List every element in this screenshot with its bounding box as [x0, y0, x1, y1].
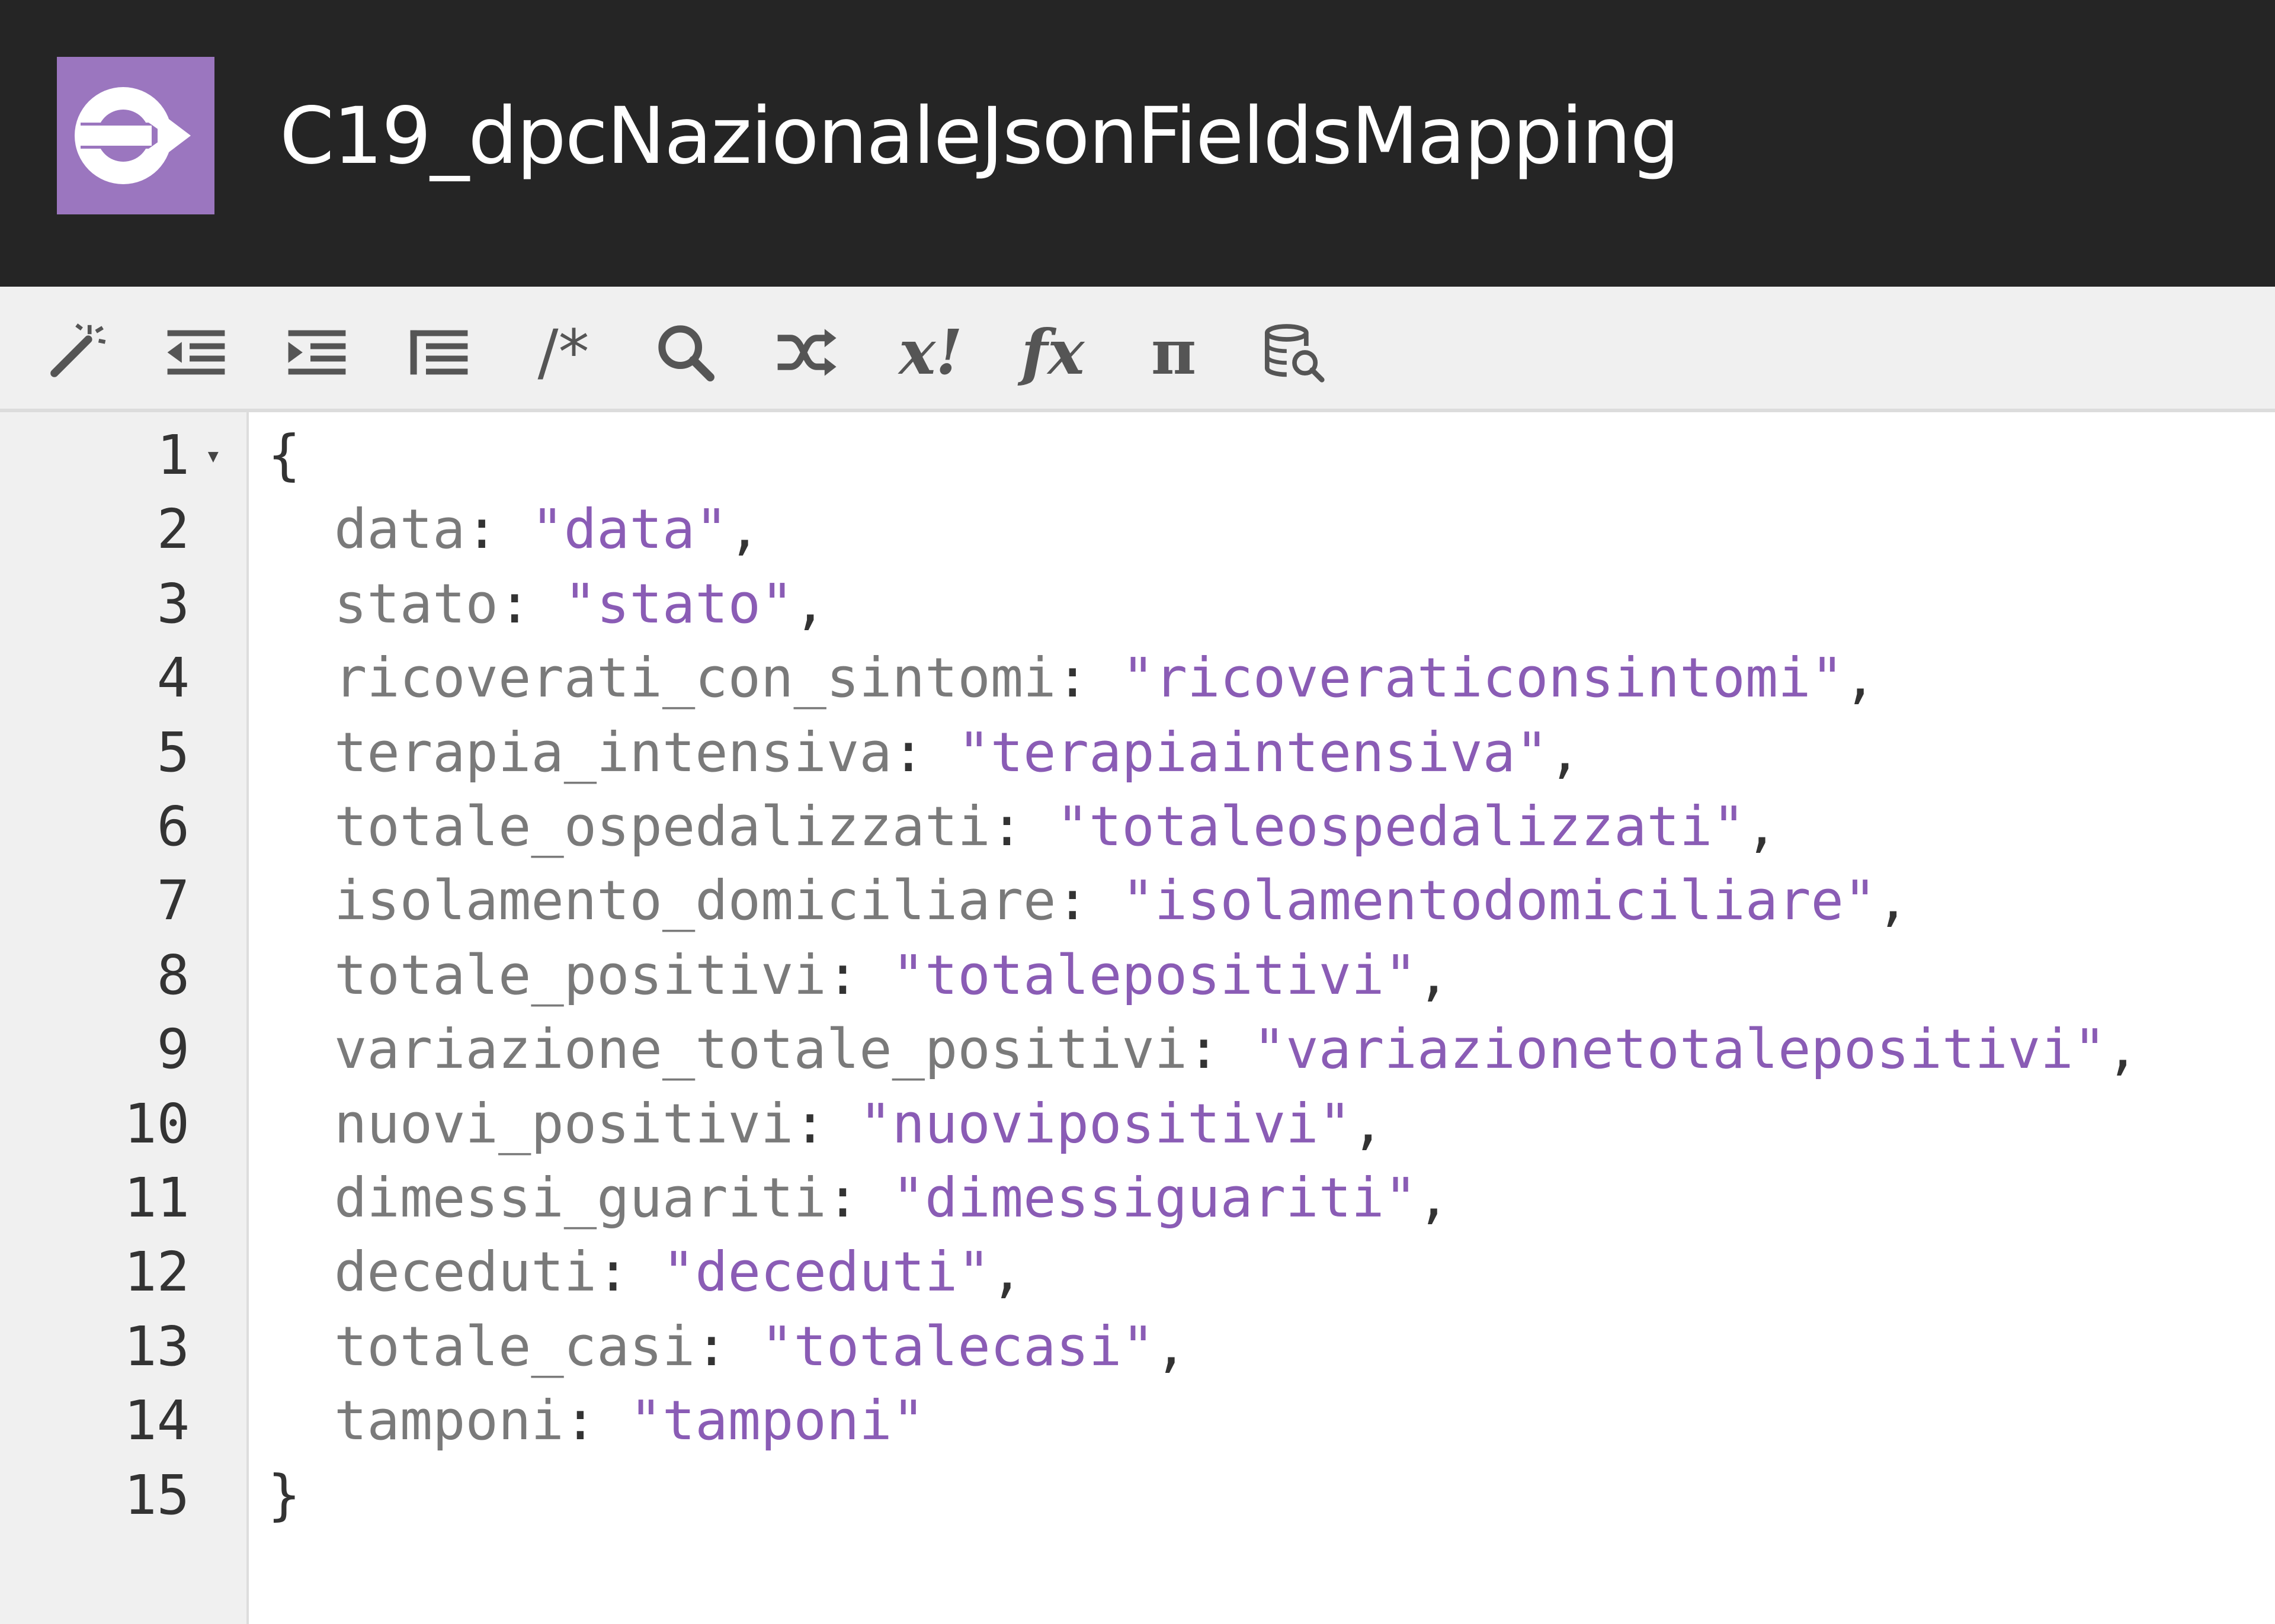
- close-brace: }: [268, 1463, 301, 1527]
- line-number: 11: [124, 1166, 190, 1230]
- shuffle-icon[interactable]: [768, 314, 845, 391]
- code-content: data: "data",: [334, 498, 761, 561]
- code-line[interactable]: 11 dimessi_guariti: "dimessiguariti",: [0, 1161, 2275, 1235]
- line-number: 2: [156, 498, 190, 561]
- code-line[interactable]: 6 totale_ospedalizzati: "totaleospedalizz…: [0, 789, 2275, 864]
- x-bang-icon[interactable]: x!: [892, 314, 969, 391]
- json-string-value: "tamponi": [629, 1389, 925, 1453]
- json-key: nuovi_positivi: [334, 1092, 794, 1156]
- json-key: variazione_totale_positivi: [334, 1018, 1188, 1081]
- database-search-icon[interactable]: [1256, 314, 1333, 391]
- page-title: C19_dpcNazionaleJsonFieldsMapping: [280, 91, 1680, 182]
- code-line[interactable]: 10 nuovi_positivi: "nuovipositivi",: [0, 1087, 2275, 1161]
- json-key: data: [334, 498, 466, 561]
- pipe-arrow-icon: [57, 57, 214, 214]
- code-line[interactable]: 2 data: "data",: [0, 492, 2275, 566]
- comment-icon[interactable]: /*: [525, 314, 602, 391]
- code-content: terapia_intensiva: "terapiaintensiva",: [334, 720, 1581, 784]
- code-content: dimessi_guariti: "dimessiguariti",: [334, 1166, 1450, 1230]
- indent-icon[interactable]: [278, 314, 355, 391]
- outdent-icon[interactable]: [158, 314, 235, 391]
- code-line[interactable]: 5 terapia_intensiva: "terapiaintensiva",: [0, 715, 2275, 789]
- json-string-value: "totalepositivi": [892, 943, 1417, 1007]
- json-string-value: "terapiaintensiva": [957, 720, 1549, 784]
- json-string-value: "totalecasi": [761, 1314, 1155, 1378]
- pi-icon[interactable]: π: [1135, 314, 1212, 391]
- json-key: deceduti: [334, 1240, 597, 1304]
- beautify-wand-icon[interactable]: [37, 314, 114, 391]
- code-content: totale_casi: "totalecasi",: [334, 1314, 1188, 1378]
- code-line[interactable]: 3 stato: "stato",: [0, 567, 2275, 641]
- editor-toolbar: /* x! fx π: [0, 287, 2275, 412]
- code-line[interactable]: 15}: [0, 1458, 2275, 1532]
- code-content: }: [268, 1458, 300, 1532]
- line-number: 13: [124, 1314, 190, 1378]
- code-content: ricoverati_con_sintomi: "ricoveraticonsi…: [334, 646, 1877, 710]
- code-content: nuovi_positivi: "nuovipositivi",: [334, 1092, 1385, 1156]
- line-number: 14: [124, 1389, 190, 1453]
- open-brace: {: [268, 423, 301, 487]
- line-number: 10: [124, 1092, 190, 1156]
- code-content: deceduti: "deceduti",: [334, 1240, 1024, 1304]
- json-string-value: "variazionetotalepositivi": [1252, 1018, 2106, 1081]
- json-key: totale_ospedalizzati: [334, 795, 991, 858]
- code-line[interactable]: 12 deceduti: "deceduti",: [0, 1235, 2275, 1309]
- json-string-value: "ricoveraticonsintomi": [1122, 646, 1844, 710]
- search-icon[interactable]: [647, 314, 724, 391]
- code-line[interactable]: 1 ▾ {: [0, 418, 2275, 492]
- line-number: 15: [124, 1463, 190, 1527]
- code-line[interactable]: 7 isolamento_domiciliare: "isolamentodomi…: [0, 864, 2275, 938]
- json-string-value: "data": [531, 498, 728, 561]
- fold-toggle-icon[interactable]: ▾: [205, 418, 222, 492]
- code-line[interactable]: 4 ricoverati_con_sintomi: "ricoveraticons…: [0, 641, 2275, 715]
- json-string-value: "isolamentodomiciliare": [1122, 869, 1877, 933]
- code-content: totale_positivi: "totalepositivi",: [334, 943, 1450, 1007]
- json-key: tamponi: [334, 1389, 564, 1453]
- line-number: 7: [156, 869, 190, 933]
- line-number: 12: [124, 1240, 190, 1304]
- fx-icon[interactable]: fx: [1014, 314, 1091, 391]
- json-string-value: "dimessiguariti": [892, 1166, 1417, 1230]
- code-content: totale_ospedalizzati: "totaleospedalizza…: [334, 795, 1779, 858]
- code-line[interactable]: 8 totale_positivi: "totalepositivi",: [0, 938, 2275, 1012]
- code-content: variazione_totale_positivi: "variazionet…: [334, 1018, 2139, 1081]
- code-content: stato: "stato",: [334, 572, 826, 636]
- json-key: dimessi_guariti: [334, 1166, 826, 1230]
- json-string-value: "nuovipositivi": [859, 1092, 1352, 1156]
- json-key: isolamento_domiciliare: [334, 869, 1056, 933]
- code-line[interactable]: 9 variazione_totale_positivi: "variazione…: [0, 1012, 2275, 1086]
- json-key: totale_positivi: [334, 943, 826, 1007]
- line-number: 1: [156, 423, 190, 487]
- list-icon[interactable]: [400, 314, 478, 391]
- json-string-value: "stato": [563, 572, 794, 636]
- code-content: {: [268, 418, 300, 492]
- line-number: 8: [156, 943, 190, 1007]
- json-key: terapia_intensiva: [334, 720, 892, 784]
- json-string-value: "totaleospedalizzati": [1056, 795, 1745, 858]
- line-number: 9: [156, 1018, 190, 1081]
- line-number: 3: [156, 572, 190, 636]
- code-content: tamponi: "tamponi": [334, 1389, 925, 1453]
- json-key: ricoverati_con_sintomi: [334, 646, 1056, 710]
- line-number: 4: [156, 646, 190, 710]
- code-line[interactable]: 14 tamponi: "tamponi": [0, 1384, 2275, 1458]
- code-line[interactable]: 13 totale_casi: "totalecasi",: [0, 1310, 2275, 1384]
- line-number: 6: [156, 795, 190, 858]
- json-key: totale_casi: [334, 1314, 696, 1378]
- code-editor[interactable]: 1 ▾ {2 data: "data", 3 stato: "stato", 4 ricove…: [0, 412, 2275, 1624]
- title-bar: C19_dpcNazionaleJsonFieldsMapping: [0, 0, 2275, 287]
- code-content: isolamento_domiciliare: "isolamentodomic…: [334, 869, 1909, 933]
- json-string-value: "deceduti": [662, 1240, 991, 1304]
- json-key: stato: [334, 572, 498, 636]
- line-number: 5: [156, 720, 190, 784]
